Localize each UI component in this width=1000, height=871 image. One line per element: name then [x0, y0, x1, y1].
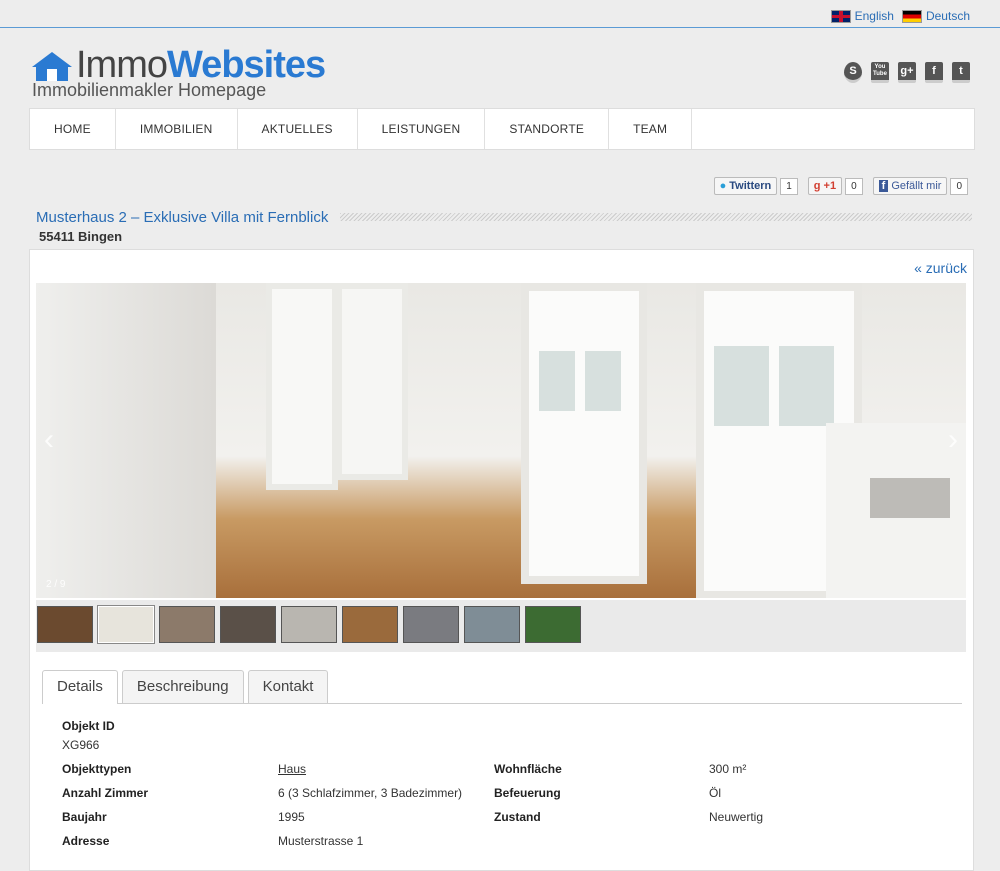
skype-icon[interactable]: S	[844, 62, 862, 83]
google-plus-icon[interactable]: g+	[898, 62, 916, 83]
gallery-thumbnail[interactable]	[281, 606, 337, 643]
objekt-id-value: XG966	[62, 738, 100, 752]
gallery-prev-arrow-icon[interactable]: ‹	[44, 423, 54, 457]
gallery-thumbnail[interactable]	[220, 606, 276, 643]
nav-leistungen[interactable]: LEISTUNGEN	[358, 109, 486, 149]
zustand-label: Zustand	[494, 810, 541, 824]
nav-home[interactable]: HOME	[30, 109, 116, 149]
gallery-photo-door	[336, 283, 408, 480]
nav-team[interactable]: TEAM	[609, 109, 693, 149]
tab-details[interactable]: Details	[42, 670, 118, 704]
facebook-like-count: 0	[950, 177, 968, 195]
twitter-share-label: Twittern	[729, 180, 772, 192]
language-switcher: English Deutsch	[830, 9, 970, 23]
nav-standorte[interactable]: STANDORTE	[485, 109, 610, 149]
listing-location: 55411 Bingen	[39, 229, 123, 244]
top-border	[0, 27, 1000, 28]
detail-row-zimmer: Anzahl Zimmer 6 (3 Schlafzimmer, 3 Badez…	[62, 786, 942, 806]
objekttypen-label: Objekttypen	[62, 762, 132, 776]
facebook-like-button[interactable]: f Gefällt mir	[872, 177, 948, 195]
gallery-photo-door	[266, 283, 338, 490]
detail-row-baujahr: Baujahr 1995 Zustand Neuwertig	[62, 810, 942, 830]
detail-row-objekttypen: Objekttypen Haus Wohnfläche 300 m²	[62, 762, 942, 782]
gallery-photo-door	[521, 283, 647, 584]
zimmer-label: Anzahl Zimmer	[62, 786, 149, 800]
language-deutsch[interactable]: Deutsch	[901, 9, 970, 23]
thumbnail-strip	[36, 600, 966, 652]
facebook-f-icon: f	[878, 180, 889, 192]
gallery-thumbnail[interactable]	[403, 606, 459, 643]
gplus-share-count: 0	[845, 177, 863, 195]
facebook-icon[interactable]: f	[925, 62, 943, 83]
title-divider	[340, 213, 972, 221]
detail-row-adresse: Adresse Musterstrasse 1	[62, 834, 942, 854]
nav-immobilien[interactable]: IMMOBILIEN	[116, 109, 238, 149]
facebook-like-label: Gefällt mir	[891, 180, 942, 192]
site-tagline: Immobilienmakler Homepage	[32, 80, 267, 100]
tab-kontakt[interactable]: Kontakt	[247, 670, 329, 703]
listing-title: Musterhaus 2 – Exklusive Villa mit Fernb…	[36, 209, 329, 226]
tab-beschreibung[interactable]: Beschreibung	[121, 670, 244, 703]
gallery-next-arrow-icon[interactable]: ›	[948, 423, 958, 457]
detail-tabs: Details Beschreibung Kontakt	[42, 670, 962, 704]
uk-flag-icon	[830, 9, 851, 23]
gallery-photo-vent	[870, 478, 950, 518]
adresse-value: Musterstrasse 1	[278, 834, 364, 848]
baujahr-value: 1995	[278, 810, 305, 824]
objekttypen-link[interactable]: Haus	[278, 762, 306, 776]
zustand-value: Neuwertig	[709, 810, 764, 824]
gplus-g-icon: g	[813, 180, 821, 192]
german-flag-icon	[901, 9, 922, 23]
listing-content: « zurück ‹ › 2 / 9 Details Beschreibung	[29, 249, 974, 871]
language-english[interactable]: English	[830, 9, 894, 23]
gplus-share-label: +1	[823, 180, 837, 192]
gallery-photo-wall	[36, 283, 216, 598]
share-bar: ● Twittern 1 g +1 0 f Gefällt mir 0	[713, 177, 968, 195]
zimmer-value: 6 (3 Schlafzimmer, 3 Badezimmer)	[278, 786, 463, 800]
main-navigation: HOME IMMOBILIEN AKTUELLES LEISTUNGEN STA…	[29, 108, 975, 150]
detail-row-objekt-id-value: XG966	[62, 738, 942, 758]
gallery-thumbnail[interactable]	[159, 606, 215, 643]
wohnflaeche-label: Wohnfläche	[494, 762, 562, 776]
gallery-thumbnail-active[interactable]	[97, 605, 155, 644]
befeuerung-value: Öl	[709, 786, 721, 800]
youtube-icon[interactable]: You Tube	[871, 62, 889, 83]
gallery-thumbnail[interactable]	[342, 606, 398, 643]
gallery-counter: 2 / 9	[46, 579, 66, 590]
detail-row-objekt-id: Objekt ID	[62, 719, 942, 739]
language-deutsch-label: Deutsch	[925, 9, 970, 23]
image-gallery[interactable]: ‹ › 2 / 9	[36, 283, 966, 598]
baujahr-label: Baujahr	[62, 810, 107, 824]
house-logo-icon	[32, 51, 72, 81]
gallery-thumbnail[interactable]	[464, 606, 520, 643]
wohnflaeche-value: 300 m²	[709, 762, 747, 776]
twitter-share-count: 1	[780, 177, 798, 195]
gallery-thumbnail[interactable]	[37, 606, 93, 643]
gplus-share-button[interactable]: g +1	[807, 177, 843, 195]
befeuerung-label: Befeuerung	[494, 786, 561, 800]
twitter-bird-icon: ●	[719, 180, 727, 192]
twitter-icon[interactable]: t	[952, 62, 970, 83]
social-links: S You Tube g+ f t	[844, 62, 970, 83]
objekt-id-label: Objekt ID	[62, 719, 115, 733]
adresse-label: Adresse	[62, 834, 110, 848]
gallery-thumbnail[interactable]	[525, 606, 581, 643]
twitter-share-button[interactable]: ● Twittern	[713, 177, 778, 195]
back-link[interactable]: « zurück	[914, 260, 967, 276]
language-english-label: English	[854, 9, 894, 23]
nav-aktuelles[interactable]: AKTUELLES	[238, 109, 358, 149]
